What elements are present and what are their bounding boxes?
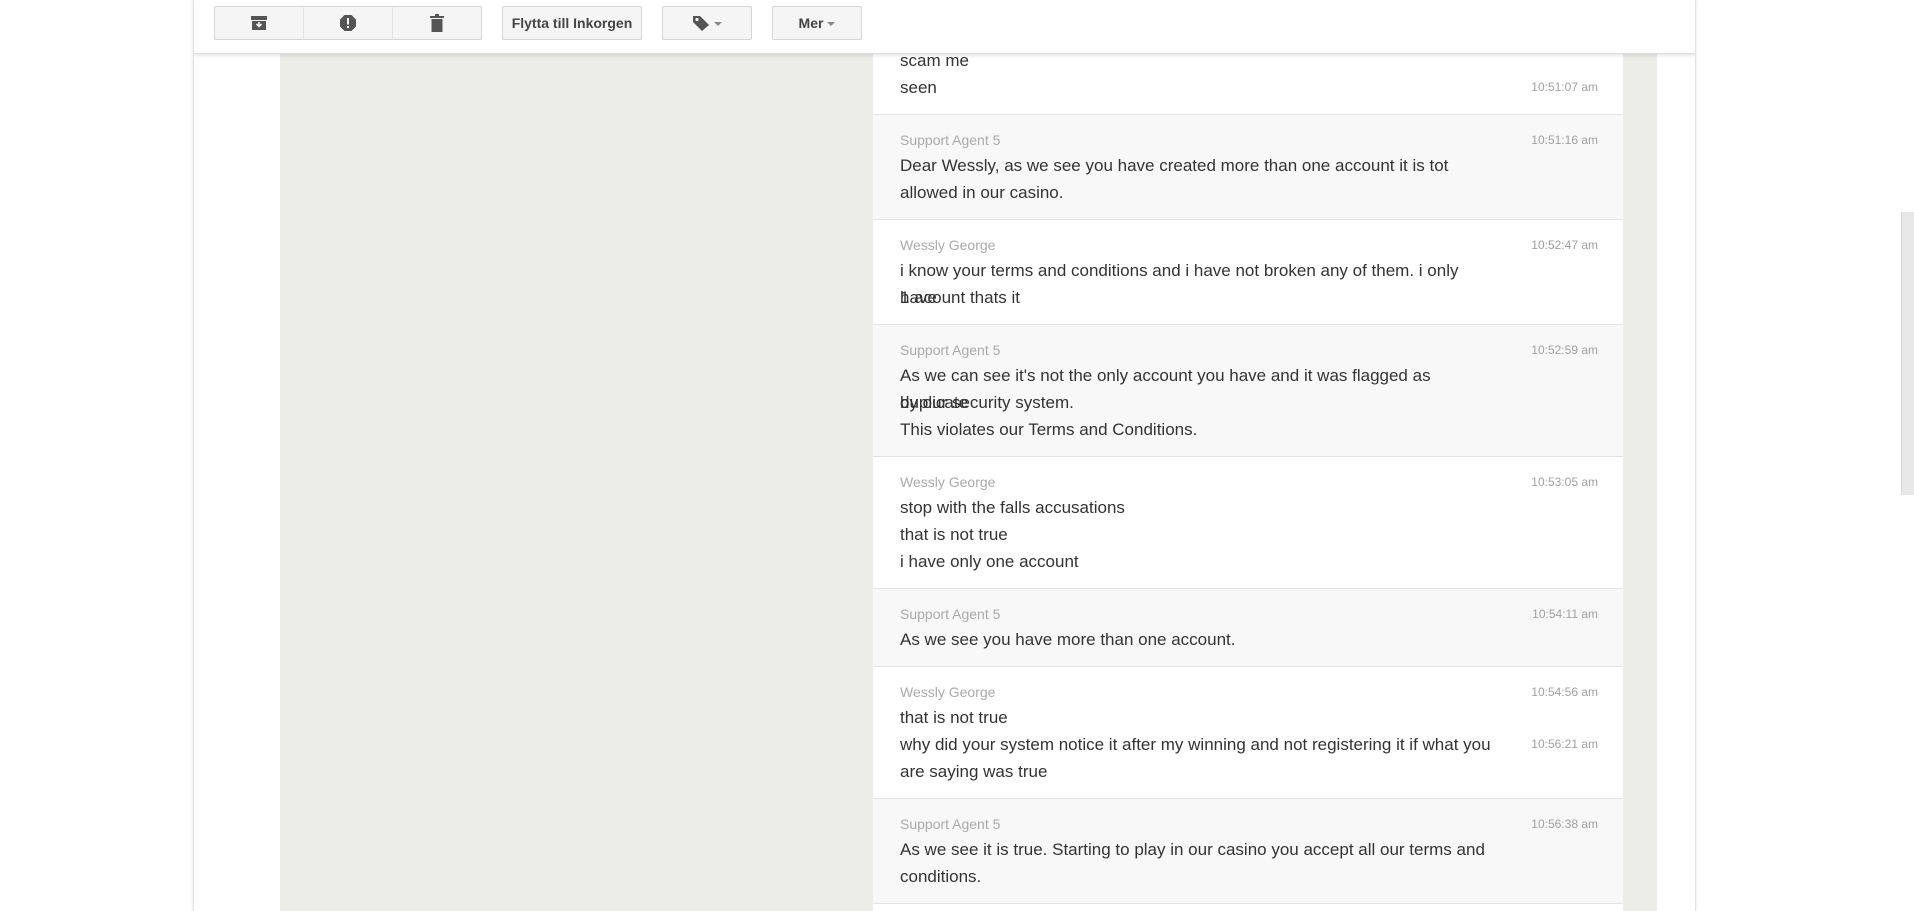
message: Support Agent 5 10:56:38 am As we see it…: [873, 799, 1623, 904]
message-time: 10:52:47 am: [1531, 238, 1598, 252]
move-to-inbox-button[interactable]: Flytta till Inkorgen: [502, 6, 642, 40]
message-time: 10:54:11 am: [1532, 607, 1598, 621]
message-time: 10:54:56 am: [1531, 685, 1598, 699]
message: Support Agent 5 10:52:59 am As we can se…: [873, 325, 1623, 457]
labels-button[interactable]: [662, 6, 752, 40]
message-line: 1 acount thats it: [900, 288, 1021, 307]
archive-icon: [251, 16, 267, 30]
scrollbar-thumb[interactable]: [1901, 212, 1914, 495]
message-line: seen: [900, 78, 937, 97]
message-time: 10:56:38 am: [1531, 817, 1598, 831]
report-spam-icon: [340, 15, 356, 31]
message-sender: Support Agent 5: [900, 132, 1001, 148]
message-line: i have only one account: [900, 552, 1079, 571]
message-line: conditions.: [900, 867, 982, 886]
message: Wessly George 10:52:47 am i know your te…: [873, 220, 1623, 325]
message-sender: Wessly George: [900, 474, 996, 490]
message-time: 10:52:59 am: [1531, 343, 1598, 357]
message-line: that is not true: [900, 525, 1008, 544]
archive-button[interactable]: [214, 6, 304, 40]
action-toolbar: Flytta till Inkorgen Mer: [194, 0, 1695, 54]
message-line: by our security system.: [900, 393, 1074, 412]
more-button[interactable]: Mer: [772, 6, 862, 40]
chat-transcript: scam me seen 10:51:07 am Support Agent 5…: [873, 0, 1623, 911]
message-sender: Support Agent 5: [900, 816, 1001, 832]
message-line: allowed in our casino.: [900, 183, 1064, 202]
message: Wessly George 10:53:05 am stop with the …: [873, 457, 1623, 589]
message-line: stop with the falls accusations: [900, 498, 1125, 517]
conversation-area: scam me seen 10:51:07 am Support Agent 5…: [280, 0, 1657, 911]
message-sender: Support Agent 5: [900, 342, 1001, 358]
message-time: 10:53:05 am: [1531, 475, 1598, 489]
message: Wessly George 10:54:56 am that is not tr…: [873, 667, 1623, 799]
message: Support Agent 5 10:54:11 am As we see yo…: [873, 589, 1623, 667]
more-label: Mer: [798, 15, 824, 31]
delete-button[interactable]: [392, 6, 482, 40]
message-time: 10:56:21 am: [1531, 737, 1598, 751]
delete-icon: [430, 14, 444, 32]
message-sender: Support Agent 5: [900, 606, 1001, 622]
message-line: are saying was true: [900, 762, 1048, 781]
message-line: why did your system notice it after my w…: [900, 735, 1491, 754]
label-icon: [693, 16, 709, 31]
message-line: that is not true: [900, 708, 1008, 727]
message-time: 10:51:16 am: [1531, 133, 1598, 147]
message-time: 10:51:07 am: [1531, 80, 1598, 94]
chevron-down-icon: [827, 22, 836, 26]
message-line: As we see it is true. Starting to play i…: [900, 840, 1485, 859]
message: Support Agent 5 10:51:16 am Dear Wessly,…: [873, 115, 1623, 220]
message-line: Dear Wessly, as we see you have created …: [900, 156, 1449, 175]
mail-panel: scam me seen 10:51:07 am Support Agent 5…: [193, 0, 1696, 911]
chevron-down-icon: [714, 22, 722, 26]
report-spam-button[interactable]: [303, 6, 393, 40]
message-sender: Wessly George: [900, 237, 996, 253]
message-sender: Wessly George: [900, 684, 996, 700]
message-line: As we see you have more than one account…: [900, 630, 1236, 649]
message-line: This violates our Terms and Conditions.: [900, 420, 1198, 439]
